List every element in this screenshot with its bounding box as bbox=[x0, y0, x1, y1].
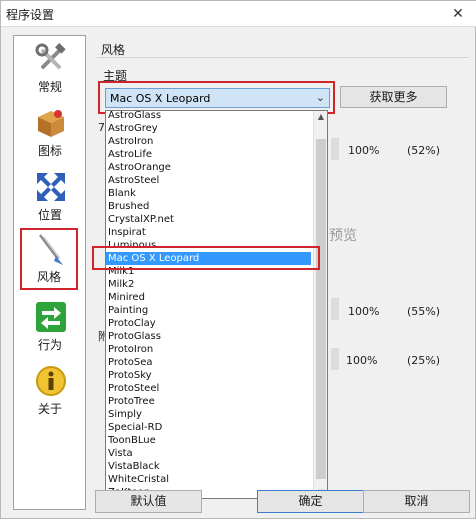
list-item[interactable]: AstroOrange bbox=[106, 161, 311, 174]
window-title: 程序设置 bbox=[6, 8, 55, 22]
list-item[interactable]: Minired bbox=[106, 291, 311, 304]
list-item[interactable]: VistaBlack bbox=[106, 460, 311, 473]
list-item[interactable]: Milk2 bbox=[106, 278, 311, 291]
sidebar: 常规 图标 位置 风格 行为 关于 bbox=[13, 35, 86, 510]
opacity-value: 100% bbox=[346, 354, 378, 367]
preview-text: 预览 bbox=[329, 228, 357, 244]
swap-arrows-icon bbox=[36, 302, 66, 332]
sidebar-item-label: 图标 bbox=[37, 144, 62, 158]
sidebar-item-label: 行为 bbox=[37, 338, 62, 352]
sidebar-item-behavior[interactable]: 行为 bbox=[18, 298, 82, 360]
opacity-extra: (55%) bbox=[407, 305, 441, 318]
list-item[interactable]: AstroIron bbox=[106, 135, 311, 148]
list-item[interactable]: AstroGlass bbox=[106, 111, 311, 122]
sidebar-item-general[interactable]: 常规 bbox=[18, 40, 82, 102]
list-item[interactable]: ToonBLue bbox=[106, 434, 311, 447]
info-icon bbox=[36, 366, 66, 396]
list-item[interactable]: Inspirat bbox=[106, 226, 311, 239]
slider-track[interactable] bbox=[331, 298, 339, 320]
default-button[interactable]: 默认值 bbox=[95, 490, 202, 513]
list-item[interactable]: ProtoClay bbox=[106, 317, 311, 330]
slider-track[interactable] bbox=[331, 348, 339, 370]
list-item[interactable]: ProtoTree bbox=[106, 395, 311, 408]
close-button[interactable]: ✕ bbox=[445, 4, 471, 24]
list-item[interactable]: AstroSteel bbox=[106, 174, 311, 187]
list-item[interactable]: Blank bbox=[106, 187, 311, 200]
opacity-extra: (52%) bbox=[407, 144, 441, 157]
sidebar-item-icons[interactable]: 图标 bbox=[18, 104, 82, 166]
list-item[interactable]: AstroGrey bbox=[106, 122, 311, 135]
list-item[interactable]: Simply bbox=[106, 408, 311, 421]
brush-icon bbox=[39, 234, 63, 265]
list-item[interactable]: WhiteCristal bbox=[106, 473, 311, 486]
opacity-extra: (25%) bbox=[407, 354, 441, 367]
opacity-value: 100% bbox=[348, 144, 380, 157]
sidebar-item-label: 风格 bbox=[36, 270, 61, 284]
list-item[interactable]: Special-RD bbox=[106, 421, 311, 434]
list-item[interactable]: Brushed bbox=[106, 200, 311, 213]
sidebar-item-label: 位置 bbox=[37, 208, 62, 222]
list-item[interactable]: Painting bbox=[106, 304, 311, 317]
box-icon bbox=[38, 110, 64, 137]
move-arrows-icon bbox=[37, 173, 65, 201]
list-item[interactable]: CrystalXP.net bbox=[106, 213, 311, 226]
slider-track[interactable] bbox=[331, 138, 339, 160]
sidebar-item-style[interactable]: 风格 bbox=[20, 228, 78, 290]
theme-dropdown-list[interactable]: AstroGlass AstroGrey AstroIron AstroLife… bbox=[105, 110, 328, 499]
list-item[interactable]: Vista bbox=[106, 447, 311, 460]
partial-label: 7 bbox=[98, 121, 105, 134]
list-item[interactable]: ProtoSky bbox=[106, 369, 311, 382]
scroll-up-icon[interactable]: ▲ bbox=[316, 112, 326, 121]
sidebar-item-label: 常规 bbox=[37, 80, 62, 94]
selected-item-highlight bbox=[92, 246, 320, 270]
sidebar-item-position[interactable]: 位置 bbox=[18, 168, 82, 230]
cancel-button[interactable]: 取消 bbox=[363, 490, 470, 513]
opacity-value: 100% bbox=[348, 305, 380, 318]
list-item[interactable]: ProtoSteel bbox=[106, 382, 311, 395]
list-item[interactable]: AstroLife bbox=[106, 148, 311, 161]
tools-icon bbox=[35, 43, 66, 70]
settings-window: 程序设置 ✕ 常规 图标 位置 风格 行为 关于 风格 主题 Mac OS X … bbox=[0, 0, 476, 519]
list-item[interactable]: ProtoSea bbox=[106, 356, 311, 369]
sidebar-item-label: 关于 bbox=[37, 402, 62, 416]
scrollbar-thumb[interactable] bbox=[316, 139, 326, 479]
style-group-title: 风格 bbox=[101, 43, 126, 57]
title-bar: 程序设置 ✕ bbox=[1, 1, 476, 27]
list-item[interactable]: ProtoIron bbox=[106, 343, 311, 356]
dropdown-scrollbar[interactable]: ▲ ▼ bbox=[313, 111, 327, 498]
list-item[interactable]: ProtoGlass bbox=[106, 330, 311, 343]
ok-button[interactable]: 确定 bbox=[257, 490, 364, 513]
get-more-button[interactable]: 获取更多 bbox=[340, 86, 447, 108]
sidebar-item-about[interactable]: 关于 bbox=[18, 362, 82, 424]
